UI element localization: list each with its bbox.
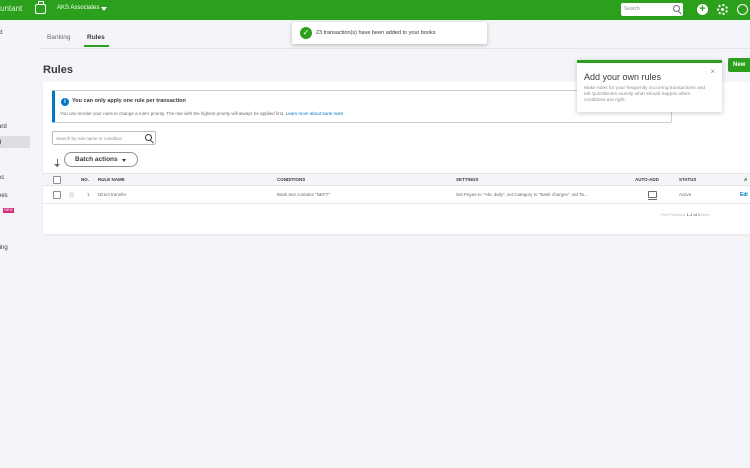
pagination-first[interactable]: First bbox=[661, 212, 669, 217]
popover-body: Make rules for your frequently occurring… bbox=[584, 86, 706, 103]
nav-item-4[interactable]: ees bbox=[0, 193, 8, 199]
row-status: Active bbox=[679, 192, 692, 197]
rule-search-placeholder: Search by rule name or condition bbox=[56, 136, 123, 141]
column-header-auto-add[interactable]: AUTO-ADD bbox=[635, 177, 659, 182]
column-header-conditions[interactable]: CONDITIONS bbox=[277, 177, 305, 182]
left-navigation: ct ard g ec ees NEW ting bbox=[0, 20, 30, 468]
tab-divider bbox=[40, 48, 750, 49]
row-rule-name: Direct transfer bbox=[98, 192, 127, 197]
pagination-current: 1-1 of 1 bbox=[686, 212, 701, 217]
pagination-next[interactable]: Next bbox=[701, 212, 709, 217]
batch-actions-label: Batch actions bbox=[75, 156, 118, 163]
company-switcher[interactable]: AKS Associates bbox=[57, 5, 99, 11]
brand-name: untant bbox=[0, 4, 23, 13]
drag-handle-icon[interactable] bbox=[69, 192, 74, 198]
column-header-no[interactable]: NO. bbox=[81, 177, 89, 182]
top-bar: untant AKS Associates Search + bbox=[0, 0, 750, 20]
create-plus-icon[interactable]: + bbox=[697, 4, 708, 15]
success-toast: ✓ 23 transaction(s) have been added to y… bbox=[292, 22, 487, 44]
briefcase-icon bbox=[35, 1, 46, 14]
table-row: 1 Direct transfer Bank text contains "NE… bbox=[43, 186, 750, 204]
column-header-action[interactable]: A bbox=[744, 177, 747, 182]
chevron-down-icon[interactable] bbox=[101, 7, 107, 11]
row-checkbox[interactable] bbox=[53, 191, 61, 199]
nav-item-2[interactable]: g bbox=[0, 139, 1, 145]
checkmark-icon: ✓ bbox=[300, 27, 312, 39]
info-body: You can reorder your rules to change a r… bbox=[60, 111, 343, 116]
chevron-down-icon bbox=[122, 159, 126, 162]
tab-rules[interactable]: Rules bbox=[87, 34, 105, 41]
row-conditions: Bank text contains "NEFT" bbox=[277, 192, 330, 197]
rule-search-input[interactable]: Search by rule name or condition bbox=[52, 131, 156, 145]
table-header: NO. RULE NAME CONDITIONS SETTINGS AUTO-A… bbox=[43, 173, 750, 186]
column-header-settings[interactable]: SETTINGS bbox=[456, 177, 479, 182]
nav-item-5[interactable]: ting bbox=[0, 245, 8, 251]
row-number: 1 bbox=[87, 192, 90, 197]
tab-banking[interactable]: Banking bbox=[47, 34, 71, 41]
new-rule-button[interactable]: New bbox=[728, 58, 750, 72]
select-all-checkbox[interactable] bbox=[53, 176, 61, 184]
nav-item-active-highlight bbox=[0, 136, 30, 148]
nav-item-1[interactable]: ard bbox=[0, 124, 7, 130]
search-icon[interactable] bbox=[673, 5, 680, 12]
column-header-rule-name[interactable]: RULE NAME bbox=[98, 177, 125, 182]
row-edit-link[interactable]: Edi bbox=[740, 192, 748, 198]
nav-item-0[interactable]: ct bbox=[0, 30, 3, 36]
add-rules-popover: Add your own rules × Make rules for your… bbox=[577, 60, 722, 112]
popover-title: Add your own rules bbox=[584, 72, 662, 82]
close-icon[interactable]: × bbox=[710, 68, 715, 76]
new-badge: NEW bbox=[3, 208, 14, 213]
info-title: You can only apply one rule per transact… bbox=[72, 98, 186, 104]
auto-add-icon bbox=[648, 191, 657, 201]
search-icon[interactable] bbox=[145, 134, 152, 141]
toast-message: 23 transaction(s) have been added to you… bbox=[316, 30, 436, 36]
tab-active-underline bbox=[84, 45, 109, 47]
sort-icon[interactable] bbox=[54, 159, 61, 167]
help-icon[interactable] bbox=[737, 4, 748, 15]
column-header-status[interactable]: STATUS bbox=[679, 177, 696, 182]
global-search-placeholder: Search bbox=[624, 6, 640, 12]
global-search-input[interactable]: Search bbox=[621, 3, 683, 16]
page-title: Rules bbox=[43, 64, 73, 76]
pagination: First Previous 1-1 of 1 Next bbox=[661, 212, 710, 217]
gear-icon[interactable] bbox=[717, 4, 728, 15]
info-body-text: You can reorder your rules to change a r… bbox=[60, 111, 285, 116]
info-icon: i bbox=[61, 98, 69, 106]
batch-actions-button[interactable]: Batch actions bbox=[64, 152, 138, 167]
learn-more-link[interactable]: Learn more about bank rules bbox=[286, 111, 344, 116]
pagination-previous[interactable]: Previous bbox=[670, 212, 686, 217]
row-settings: Set Payee to "Abc daily", set Category t… bbox=[456, 192, 588, 197]
nav-item-3[interactable]: ec bbox=[0, 175, 4, 181]
